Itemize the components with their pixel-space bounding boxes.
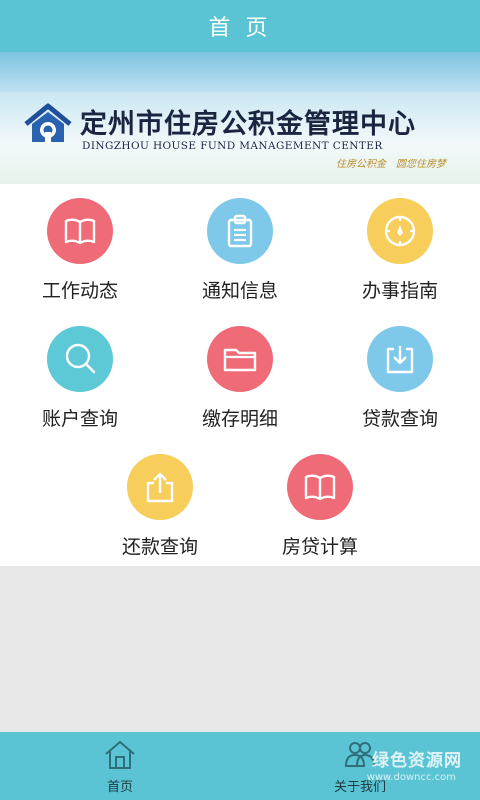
watermark-url: www.downcc.com — [366, 772, 456, 783]
menu-icon-circle — [127, 454, 193, 520]
menu-icon-circle — [367, 326, 433, 392]
menu-item-account-query[interactable]: 账户查询 — [0, 312, 160, 432]
banner-subtitle: DINGZHOU HOUSE FUND MANAGEMENT CENTER — [82, 140, 383, 152]
menu-item-guide[interactable]: 办事指南 — [320, 184, 480, 304]
watermark-text: 绿色资源网 — [372, 751, 462, 771]
download-icon — [386, 346, 414, 374]
banner-slogan: 住房公积金 圆您住房梦 — [336, 159, 446, 170]
menu-item-label: 办事指南 — [361, 280, 438, 302]
menu-item-label: 房贷计算 — [281, 536, 358, 558]
menu-icon-circle — [207, 198, 273, 264]
menu-icon-circle — [47, 326, 113, 392]
menu-item-notices[interactable]: 通知信息 — [160, 184, 320, 304]
menu-icon-circle — [207, 326, 273, 392]
clipboard-icon — [227, 214, 253, 248]
menu-item-repayment-query[interactable]: 还款查询 — [80, 440, 240, 560]
banner-title: 定州市住房公积金管理中心 — [80, 109, 416, 140]
tab-home-label: 首页 — [106, 780, 133, 795]
menu-item-label: 通知信息 — [201, 280, 278, 302]
page-title: 首 页 — [0, 0, 480, 52]
upload-icon — [146, 472, 174, 503]
menu-item-deposit-details[interactable]: 缴存明细 — [160, 312, 320, 432]
banner: 定州市住房公积金管理中心 DINGZHOU HOUSE FUND MANAGEM… — [0, 52, 480, 184]
menu-icon-circle — [47, 198, 113, 264]
menu-item-mortgage-calculator[interactable]: 房贷计算 — [240, 440, 400, 560]
menu-item-work-news[interactable]: 工作动态 — [0, 184, 160, 304]
book-icon — [64, 218, 96, 245]
menu-item-label: 还款查询 — [121, 536, 198, 558]
menu-item-loan-query[interactable]: 贷款查询 — [320, 312, 480, 432]
search-icon — [65, 343, 96, 374]
menu-grid: 工作动态 通知信息 办事指南 账户查询 缴存明细 贷款查询 还款查询 房贷计算 — [0, 184, 480, 566]
menu-item-label: 缴存明细 — [201, 408, 278, 430]
book-icon — [304, 474, 336, 501]
menu-icon-circle — [287, 454, 353, 520]
menu-item-label: 账户查询 — [41, 408, 118, 430]
tab-home[interactable]: 首页 — [0, 732, 240, 800]
menu-item-label: 贷款查询 — [361, 408, 438, 430]
folder-icon — [223, 348, 257, 372]
compass-icon — [384, 215, 416, 247]
home-icon — [105, 740, 135, 769]
housing-fund-logo-icon — [24, 103, 72, 142]
menu-item-label: 工作动态 — [41, 280, 118, 302]
menu-icon-circle — [367, 198, 433, 264]
